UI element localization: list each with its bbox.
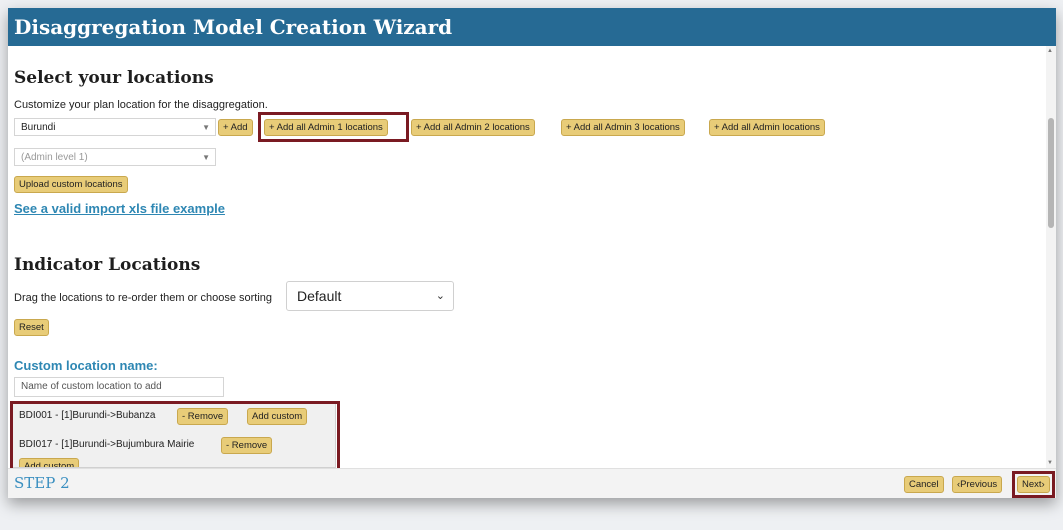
admin1-highlight-box — [258, 112, 409, 142]
admin-level-select[interactable]: (Admin level 1) ▼ — [14, 148, 216, 166]
sorting-select[interactable]: Default ⌄ — [286, 281, 454, 311]
wizard-window: Disaggregation Model Creation Wizard Sel… — [8, 8, 1056, 498]
locations-heading: Select your locations — [14, 68, 214, 88]
next-highlight-box — [1012, 471, 1055, 498]
vertical-scrollbar[interactable]: ▲ ▼ — [1046, 46, 1056, 468]
chevron-down-icon: ⌄ — [435, 290, 445, 302]
title-bar: Disaggregation Model Creation Wizard — [8, 8, 1056, 46]
admin-level-select-value: (Admin level 1) — [21, 152, 88, 163]
dropdown-caret-icon: ▼ — [202, 123, 210, 132]
scroll-down-icon[interactable]: ▼ — [1047, 460, 1053, 466]
scroll-up-icon[interactable]: ▲ — [1047, 48, 1053, 54]
country-select-value: Burundi — [21, 122, 56, 133]
wizard-footer: STEP 2 Cancel ‹Previous Next› — [8, 468, 1056, 498]
country-select[interactable]: Burundi ▼ — [14, 118, 216, 136]
add-button[interactable]: + Add — [218, 119, 253, 136]
sorting-select-value: Default — [297, 288, 342, 304]
scroll-thumb[interactable] — [1048, 118, 1054, 228]
reset-button[interactable]: Reset — [14, 319, 49, 336]
upload-custom-locations-button[interactable]: Upload custom locations — [14, 176, 128, 193]
import-example-link[interactable]: See a valid import xls file example — [14, 201, 225, 216]
previous-button[interactable]: ‹Previous — [952, 476, 1003, 493]
step-indicator: STEP 2 — [14, 474, 70, 492]
add-admin3-button[interactable]: + Add all Admin 3 locations — [561, 119, 685, 136]
location-list-highlight-box — [10, 401, 340, 468]
custom-location-label: Custom location name: — [14, 358, 158, 373]
locations-hint: Customize your plan location for the dis… — [14, 99, 268, 111]
add-admin2-button[interactable]: + Add all Admin 2 locations — [411, 119, 535, 136]
wizard-content: Select your locations Customize your pla… — [8, 46, 1056, 468]
add-all-admin-button[interactable]: + Add all Admin locations — [709, 119, 825, 136]
custom-location-input[interactable]: Name of custom location to add — [14, 377, 224, 397]
indicator-heading: Indicator Locations — [14, 255, 201, 275]
dropdown-caret-icon: ▼ — [202, 153, 210, 162]
indicator-hint: Drag the locations to re-order them or c… — [14, 292, 273, 304]
cancel-button[interactable]: Cancel — [904, 476, 944, 493]
window-title: Disaggregation Model Creation Wizard — [14, 15, 453, 39]
